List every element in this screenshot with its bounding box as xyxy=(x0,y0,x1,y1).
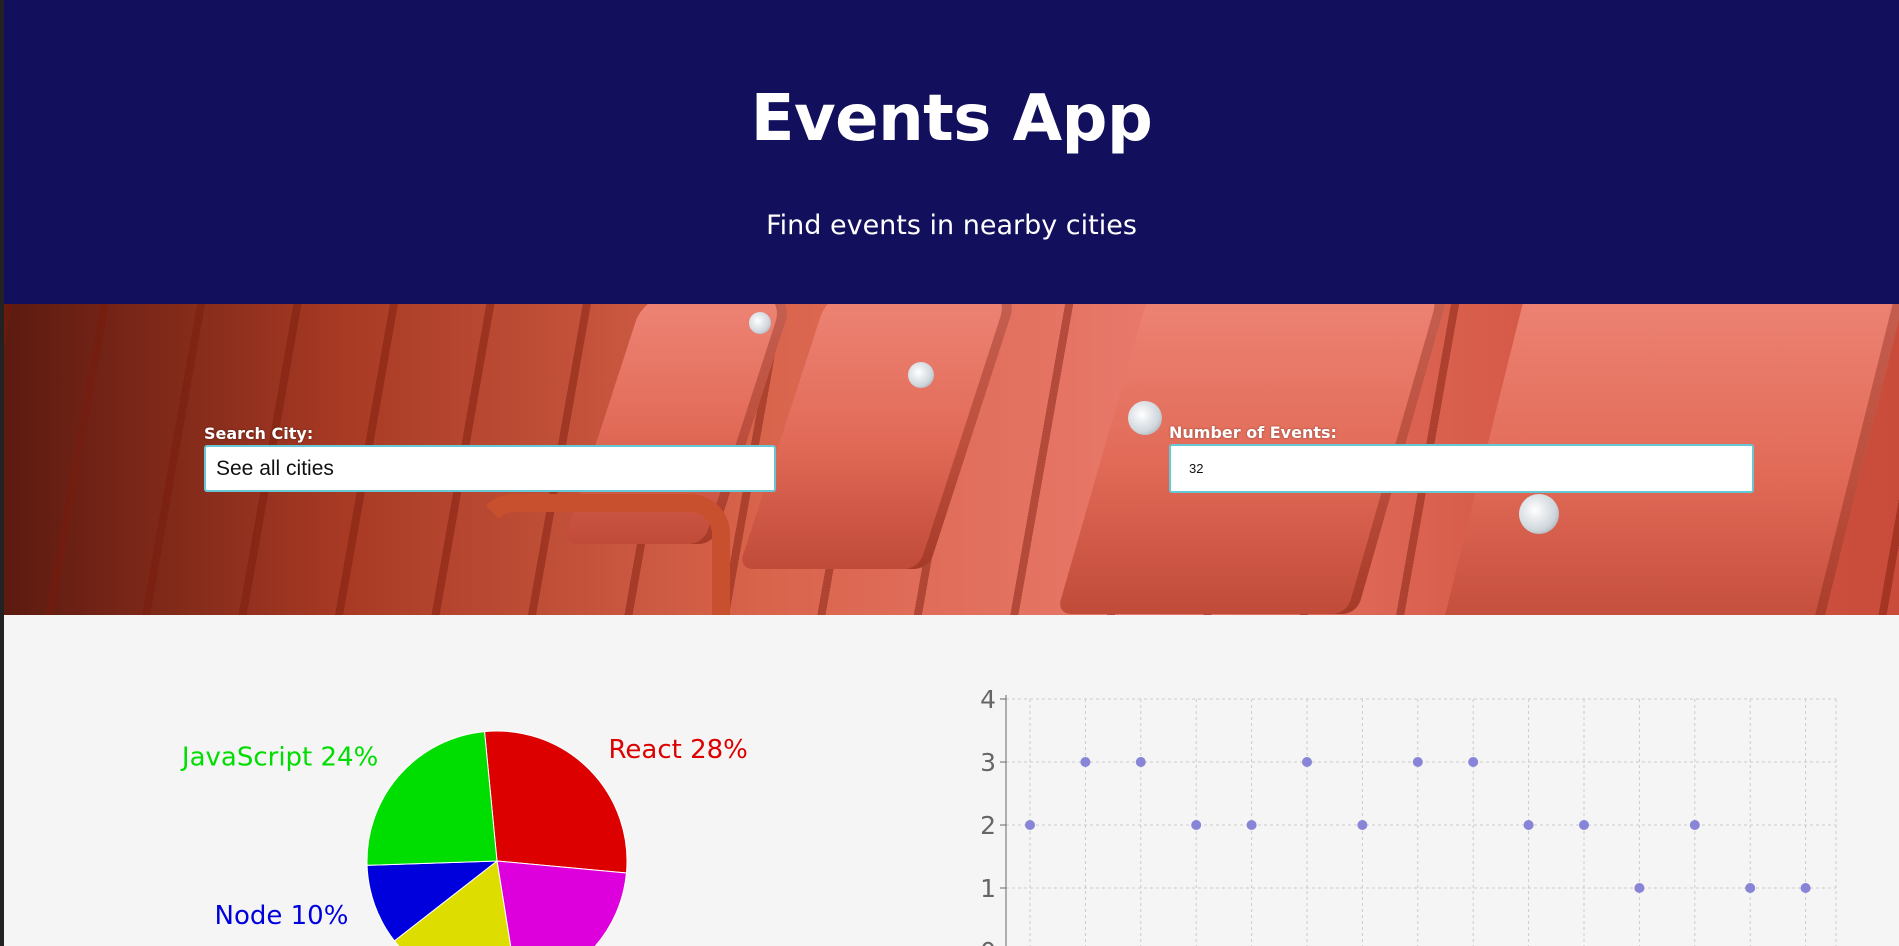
scatter-point[interactable] xyxy=(1745,883,1756,893)
y-tick-label: 3 xyxy=(980,748,996,777)
pie-slice-angularjs xyxy=(496,860,627,946)
pie-label-react: React 28% xyxy=(609,735,748,765)
scatter-point[interactable] xyxy=(1357,820,1368,830)
seat-image-bolt-4 xyxy=(1519,494,1559,534)
pie-label-javascript: JavaScript 24% xyxy=(180,743,378,773)
scatter-grid xyxy=(1006,698,1837,946)
charts-section: React 28%AngularJS 21%Node 10%JavaScript… xyxy=(4,615,1899,946)
events-genre-pie-chart: React 28%AngularJS 21%Node 10%JavaScript… xyxy=(180,730,748,946)
seat-image-bolt-3 xyxy=(1128,401,1162,435)
page-title: Events App xyxy=(750,82,1153,156)
seat-image-armrest xyxy=(474,494,730,615)
pie-slice-react xyxy=(483,730,628,874)
pie-slice-javascript xyxy=(366,731,498,866)
seat-image-back-2 xyxy=(738,304,1020,569)
scatter-point[interactable] xyxy=(1468,757,1479,767)
search-city-label: Search City: xyxy=(204,424,314,443)
scatter-point[interactable] xyxy=(1025,820,1035,830)
search-city-input[interactable] xyxy=(204,445,776,492)
scatter-point[interactable] xyxy=(1080,757,1091,767)
scatter-point[interactable] xyxy=(1246,820,1257,830)
events-per-city-scatter-chart: 0 1 2 3 4 xyxy=(980,685,1837,946)
scatter-point[interactable] xyxy=(1800,883,1811,893)
scatter-point[interactable] xyxy=(1523,820,1534,830)
scatter-point[interactable] xyxy=(1191,820,1202,830)
number-of-events-label: Number of Events: xyxy=(1169,423,1337,442)
page-subtitle: Find events in nearby cities xyxy=(766,210,1137,241)
scatter-point[interactable] xyxy=(1302,757,1312,767)
pie-label-node: Node 10% xyxy=(215,901,349,931)
y-tick-label: 2 xyxy=(980,811,996,840)
number-of-events-input[interactable] xyxy=(1169,444,1754,493)
y-tick-label: 1 xyxy=(980,874,996,903)
scatter-point[interactable] xyxy=(1412,757,1423,767)
seat-image-bolt-2 xyxy=(908,362,934,388)
scatter-point[interactable] xyxy=(1634,883,1645,893)
y-tick-label: 0 xyxy=(980,937,996,946)
app-header: Events App Find events in nearby cities xyxy=(4,0,1899,304)
search-hero-banner: Search City: Number of Events: xyxy=(4,304,1899,615)
seat-image-bolt-1 xyxy=(749,312,771,334)
scatter-point[interactable] xyxy=(1135,757,1146,767)
y-tick-label: 4 xyxy=(980,685,996,714)
scatter-point[interactable] xyxy=(1689,820,1700,830)
scatter-point[interactable] xyxy=(1579,820,1589,830)
